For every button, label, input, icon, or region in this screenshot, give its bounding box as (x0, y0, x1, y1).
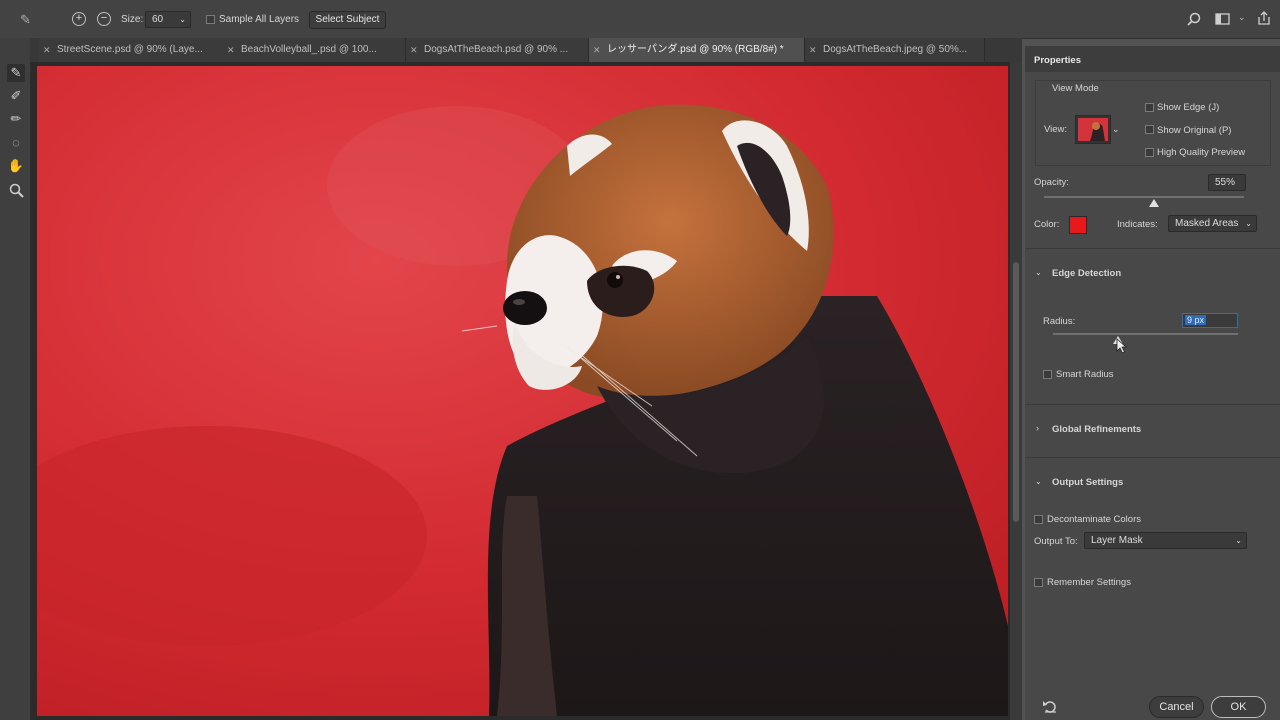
tools-panel: ✎ ✐ ✏ ◌ ✋ (0, 38, 31, 720)
lasso-icon[interactable]: ◌ (7, 134, 25, 152)
chevron-down-icon: ⌄ (179, 15, 186, 24)
tab-beachvolleyball[interactable]: ✕ BeachVolleyball_.psd @ 100... (223, 38, 406, 62)
opacity-slider-track[interactable] (1044, 196, 1244, 198)
tab-streetscene[interactable]: ✕ StreetScene.psd @ 90% (Laye... (39, 38, 227, 62)
output-to-value: Layer Mask (1091, 535, 1143, 546)
indicates-value: Masked Areas (1175, 218, 1239, 229)
workspace-chevron-icon[interactable]: ⌄ (1238, 12, 1246, 23)
quick-selection-icon[interactable]: ✎ (7, 64, 25, 82)
radius-input[interactable]: 9 px (1182, 313, 1238, 328)
brush-preset-icon[interactable]: ✎ (20, 12, 31, 28)
opacity-slider-thumb[interactable] (1149, 199, 1159, 207)
share-icon[interactable] (1257, 11, 1271, 26)
radius-value: 9 px (1185, 315, 1207, 325)
size-value: 60 (152, 14, 164, 25)
output-to-select[interactable]: Layer Mask ⌄ (1084, 532, 1247, 549)
remember-settings-label: Remember Settings (1047, 577, 1131, 588)
tab-dogsatthebeach-psd[interactable]: ✕ DogsAtTheBeach.psd @ 90% ... (406, 38, 589, 62)
tab-red-panda[interactable]: ✕ レッサーパンダ.psd @ 90% (RGB/8#) * (589, 38, 805, 62)
indicates-label: Indicates: (1117, 219, 1158, 230)
view-mode-thumbnail[interactable] (1075, 115, 1111, 144)
show-edge-checkbox[interactable] (1145, 103, 1154, 112)
canvas-scrollbar[interactable] (1010, 62, 1022, 720)
search-icon[interactable] (1187, 12, 1201, 26)
refine-edge-brush-icon[interactable]: ✐ (7, 87, 25, 105)
close-icon[interactable]: ✕ (43, 38, 51, 62)
opacity-label: Opacity: (1034, 177, 1069, 188)
smart-radius-label: Smart Radius (1056, 369, 1114, 380)
subtract-from-selection-icon[interactable]: − (97, 12, 111, 26)
global-refinements-chevron-icon[interactable]: › (1036, 423, 1039, 433)
size-label: Size: (121, 14, 144, 25)
close-icon[interactable]: ✕ (593, 38, 601, 62)
sample-all-layers-label: Sample All Layers (219, 14, 300, 25)
edge-detection-chevron-icon[interactable]: ⌄ (1035, 268, 1042, 277)
divider (1025, 248, 1280, 249)
view-label: View: (1044, 124, 1068, 135)
chevron-down-icon: ⌄ (1245, 219, 1252, 228)
brush-icon[interactable]: ✏ (7, 110, 25, 128)
output-settings-chevron-icon[interactable]: ⌄ (1035, 477, 1042, 486)
remember-settings-checkbox[interactable] (1034, 578, 1043, 587)
workspace-icon[interactable] (1215, 13, 1231, 26)
scrollbar-thumb[interactable] (1013, 262, 1019, 522)
tab-dogsatthebeach-jpeg[interactable]: ✕ DogsAtTheBeach.jpeg @ 50%... (805, 38, 985, 62)
decontaminate-colors-checkbox[interactable] (1034, 515, 1043, 524)
edge-detection-heading[interactable]: Edge Detection (1052, 268, 1121, 279)
smart-radius-checkbox[interactable] (1043, 370, 1052, 379)
opacity-input[interactable]: 55% (1208, 174, 1246, 191)
reset-icon[interactable] (1043, 700, 1058, 714)
high-quality-preview-checkbox[interactable] (1145, 148, 1154, 157)
view-mode-chevron-icon[interactable]: ⌄ (1112, 124, 1120, 135)
properties-header: Properties (1025, 46, 1280, 72)
close-icon[interactable]: ✕ (410, 38, 418, 62)
red-panda-photo (37, 66, 1008, 716)
ok-button[interactable]: OK (1211, 696, 1266, 718)
color-label: Color: (1034, 219, 1060, 230)
show-original-label: Show Original (P) (1157, 125, 1232, 136)
overlay-color-swatch[interactable] (1069, 216, 1087, 234)
output-to-label: Output To: (1034, 536, 1078, 547)
close-icon[interactable]: ✕ (809, 38, 817, 62)
divider (1025, 404, 1280, 405)
properties-panel: Properties View Mode View: ⌄ Show Edge (… (1025, 46, 1280, 720)
high-quality-preview-label: High Quality Preview (1157, 147, 1246, 158)
radius-slider-track[interactable] (1053, 333, 1238, 335)
chevron-down-icon: ⌄ (1235, 536, 1242, 545)
global-refinements-heading[interactable]: Global Refinements (1052, 424, 1141, 435)
image-canvas[interactable] (37, 66, 1008, 716)
add-to-selection-icon[interactable]: + (72, 12, 86, 26)
show-original-checkbox[interactable] (1145, 125, 1154, 134)
show-edge-label: Show Edge (J) (1157, 102, 1220, 113)
indicates-select[interactable]: Masked Areas ⌄ (1168, 215, 1257, 232)
divider (1025, 457, 1280, 458)
red-panda-thumbnail (1078, 118, 1108, 141)
output-settings-heading[interactable]: Output Settings (1052, 477, 1123, 488)
document-tabs: ✕ StreetScene.psd @ 90% (Laye... ✕ BeachVo… (30, 38, 1022, 62)
close-icon[interactable]: ✕ (227, 38, 235, 62)
sample-all-layers-checkbox[interactable] (206, 15, 215, 24)
decontaminate-colors-label: Decontaminate Colors (1047, 514, 1141, 525)
radius-label: Radius: (1043, 316, 1076, 327)
options-bar: ✎ + − Size: 60 ⌄ Sample All Layers Selec… (0, 0, 1280, 39)
select-subject-button[interactable]: Select Subject (309, 11, 386, 29)
view-mode-heading: View Mode (1052, 83, 1099, 94)
opacity-value: 55% (1215, 177, 1236, 188)
cancel-button[interactable]: Cancel (1149, 696, 1204, 718)
mouse-cursor-icon (1116, 338, 1128, 354)
size-input[interactable]: 60 ⌄ (145, 11, 191, 28)
hand-icon[interactable]: ✋ (7, 157, 25, 175)
properties-title: Properties (1034, 55, 1081, 66)
zoom-icon[interactable] (9, 183, 24, 198)
